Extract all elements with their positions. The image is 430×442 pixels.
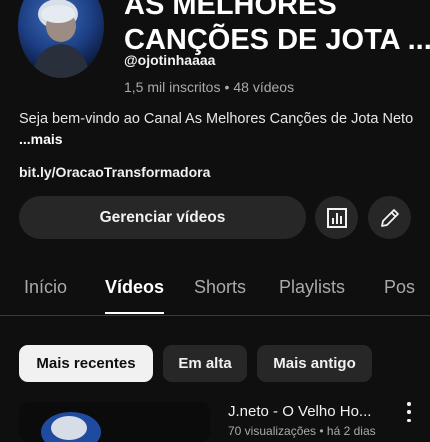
stats-separator: • <box>224 79 230 95</box>
video-meta: 70 visualizações • há 2 dias <box>228 424 376 438</box>
thumbnail-image <box>19 402 210 442</box>
channel-stats: 1,5 mil inscritos • 48 vídeos <box>124 79 294 95</box>
channel-title-line-1: AS MELHORES <box>124 0 337 21</box>
chip-mais-antigo[interactable]: Mais antigo <box>257 345 372 382</box>
tab-videos[interactable]: Vídeos <box>105 277 164 298</box>
channel-title: AS MELHORES CANÇÕES DE JOTA ... <box>124 0 430 58</box>
tabs-divider <box>0 315 430 316</box>
manage-videos-button[interactable]: Gerenciar vídeos <box>19 196 306 239</box>
video-title[interactable]: J.neto - O Velho Ho... <box>228 403 371 420</box>
avatar-photo <box>32 0 90 78</box>
chip-mais-recentes[interactable]: Mais recentes <box>19 345 153 382</box>
video-count: 48 vídeos <box>233 79 295 95</box>
analytics-button[interactable] <box>315 196 358 239</box>
pencil-icon <box>380 208 399 227</box>
tab-shorts[interactable]: Shorts <box>194 277 246 298</box>
analytics-icon <box>326 207 347 228</box>
channel-external-link[interactable]: bit.ly/OracaoTransformadora <box>19 164 210 180</box>
channel-description[interactable]: Seja bem-vindo ao Canal As Melhores Canç… <box>19 111 413 127</box>
video-more-options-button[interactable] <box>402 402 416 422</box>
subscriber-count: 1,5 mil inscritos <box>124 79 221 95</box>
channel-handle: @ojotinhaaaa <box>124 52 216 68</box>
kebab-dot-icon <box>407 402 411 406</box>
edit-channel-button[interactable] <box>368 196 411 239</box>
more-link[interactable]: ...mais <box>19 131 63 147</box>
kebab-dot-icon <box>407 410 411 414</box>
tab-posts[interactable]: Pos <box>384 277 415 298</box>
kebab-dot-icon <box>407 418 411 422</box>
tab-inicio[interactable]: Início <box>24 277 67 298</box>
channel-avatar[interactable] <box>18 0 104 78</box>
video-thumbnail[interactable] <box>19 402 210 442</box>
tab-playlists[interactable]: Playlists <box>279 277 345 298</box>
chip-em-alta[interactable]: Em alta <box>163 345 247 382</box>
channel-tabs: Início Vídeos Shorts Playlists Pos <box>0 270 430 316</box>
active-tab-indicator <box>105 312 164 314</box>
